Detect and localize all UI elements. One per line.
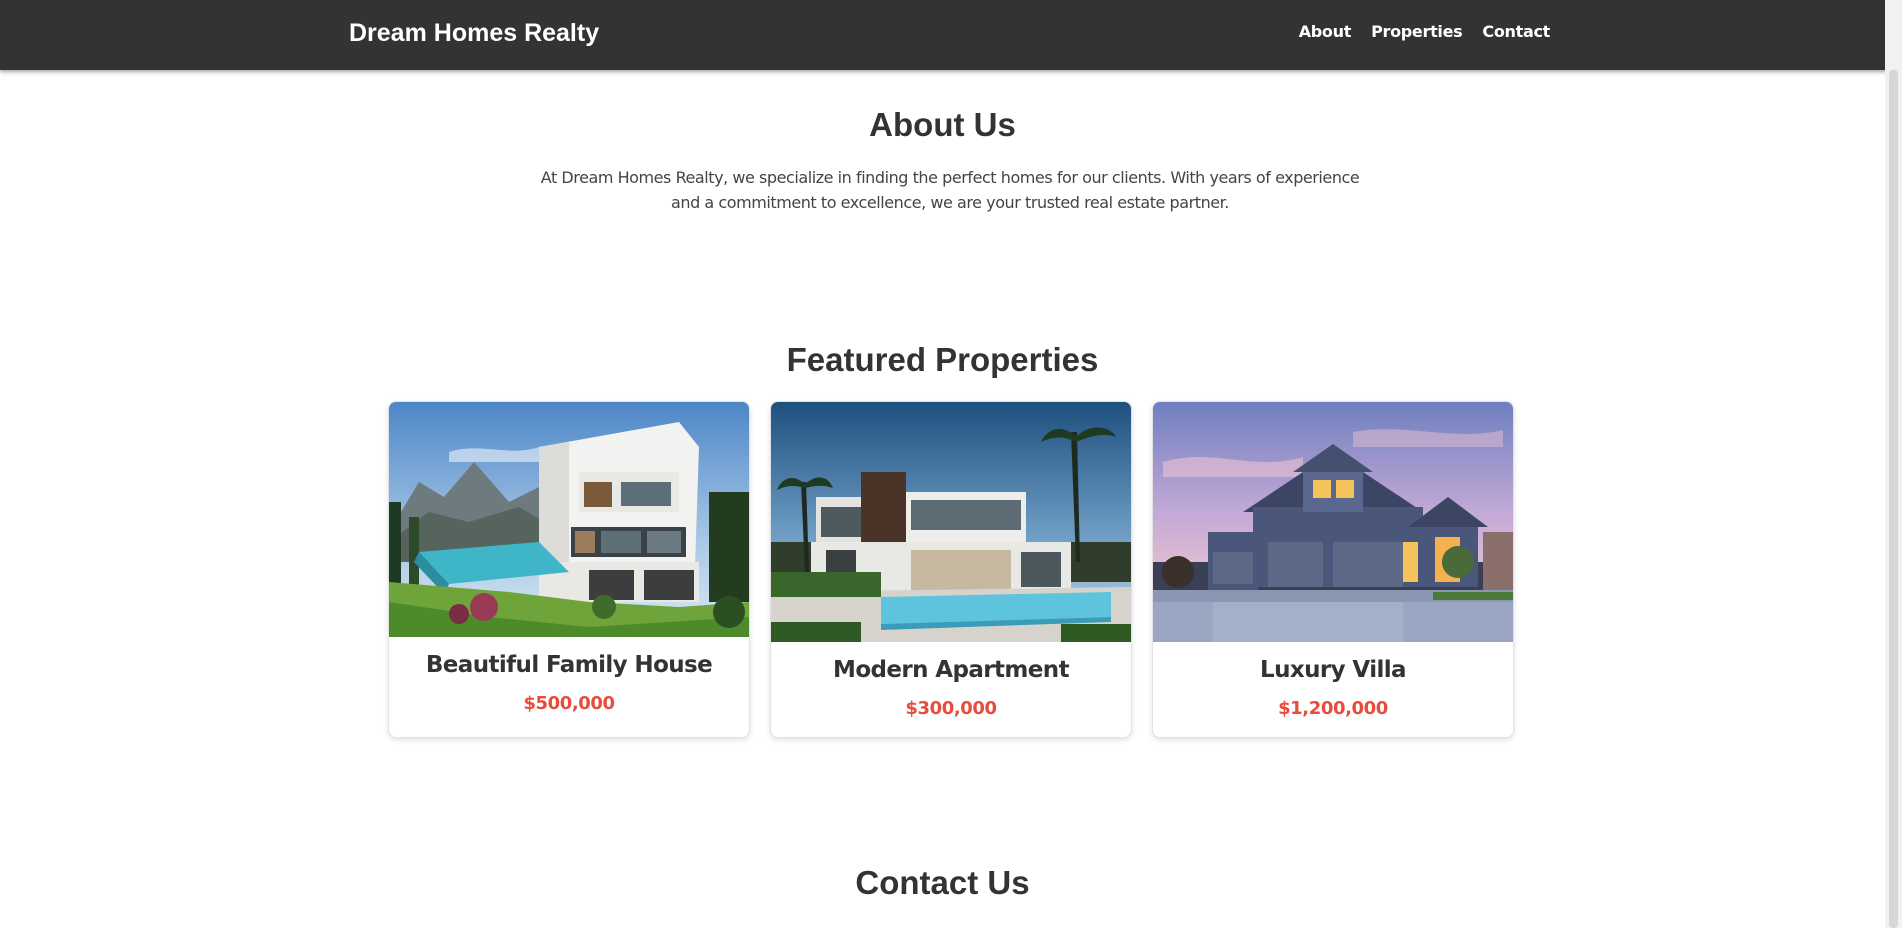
property-price: $1,200,000 — [1278, 698, 1388, 719]
brand-logo-text[interactable]: Dream Homes Realty — [349, 19, 599, 48]
property-name: Modern Apartment — [833, 657, 1070, 683]
property-card-modern-apartment[interactable]: Modern Apartment $300,000 — [770, 401, 1132, 738]
site-header: Dream Homes Realty About Properties Cont… — [0, 0, 1902, 70]
nav-link-properties[interactable]: Properties — [1371, 22, 1463, 41]
contact-title: Contact Us — [855, 864, 1030, 901]
nav-link-about[interactable]: About — [1299, 22, 1352, 41]
property-name: Beautiful Family House — [425, 652, 713, 678]
nav-link-contact[interactable]: Contact — [1482, 22, 1550, 41]
property-card-luxury-villa[interactable]: Luxury Villa $1,200,000 — [1152, 401, 1514, 738]
property-image-family-house — [389, 402, 749, 637]
property-card-beautiful-family-house[interactable]: Beautiful Family House $500,000 — [388, 401, 750, 738]
about-description: At Dream Homes Realty, we specialize in … — [540, 168, 1360, 212]
property-image-modern-apartment — [771, 402, 1131, 642]
main-nav: About Properties Contact — [1299, 22, 1551, 41]
property-name: Luxury Villa — [1260, 657, 1407, 683]
property-price: $500,000 — [523, 693, 615, 714]
about-title: About Us — [869, 106, 1016, 143]
property-price: $300,000 — [905, 698, 997, 719]
page-scrollbar[interactable] — [1885, 0, 1902, 928]
property-image-luxury-villa — [1153, 402, 1513, 642]
scrollbar-thumb[interactable] — [1889, 70, 1898, 928]
properties-title: Featured Properties — [786, 341, 1099, 378]
page: Dream Homes Realty About Properties Cont… — [0, 0, 1902, 928]
